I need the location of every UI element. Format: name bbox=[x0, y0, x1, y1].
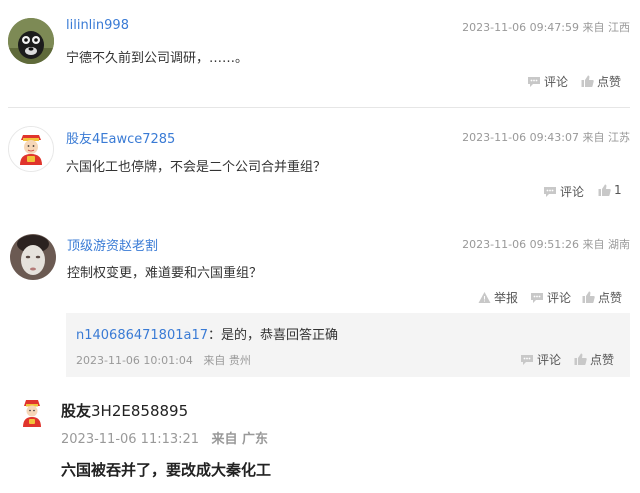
like-count: 1 bbox=[614, 183, 622, 197]
like-button[interactable]: 点赞 bbox=[582, 289, 622, 306]
reply-location: 来自 贵州 bbox=[203, 354, 251, 367]
comment-content: 宁德不久前到公司调研，……。 bbox=[66, 51, 249, 66]
username[interactable]: 股友4Eawce7285 bbox=[66, 128, 175, 147]
username-prefix: 股友 bbox=[61, 402, 92, 420]
comment-meta: 2023-11-06 11:13:21 来自 广东 bbox=[61, 428, 268, 447]
comment-meta: 2023-11-06 09:43:07 来自 江苏 bbox=[462, 129, 630, 145]
report-button[interactable]: 举报 bbox=[478, 289, 518, 306]
avatar[interactable] bbox=[8, 18, 54, 64]
comment-content: 控制权变更，难道要和六国重组？ bbox=[67, 266, 263, 281]
comment-icon bbox=[528, 76, 540, 87]
like-label: 点赞 bbox=[597, 75, 622, 89]
reply-comment-button[interactable]: 评论 bbox=[520, 351, 561, 368]
reply-time: 2023-11-06 10:01:04 bbox=[76, 354, 193, 367]
reply-meta: 2023-11-06 10:01:04 来自 贵州 bbox=[76, 352, 251, 368]
comment-button[interactable]: 评论 bbox=[543, 183, 584, 200]
like-icon bbox=[598, 184, 611, 196]
username[interactable]: 股友3H2E858895 bbox=[61, 400, 188, 421]
comment-time: 2023-11-06 09:47:59 bbox=[462, 21, 579, 34]
comment-label: 评论 bbox=[537, 353, 562, 367]
avatar[interactable] bbox=[8, 126, 54, 172]
comment-time: 2023-11-06 09:43:07 bbox=[462, 131, 579, 144]
comment-location: 来自 江西 bbox=[582, 21, 631, 34]
reply-box: n140686471801a17：是的，恭喜回答正确 2023-11-06 10… bbox=[66, 313, 630, 377]
comment-icon bbox=[531, 292, 543, 303]
comment-time: 2023-11-06 09:51:26 bbox=[462, 238, 579, 251]
report-label: 举报 bbox=[494, 291, 519, 305]
avatar-dog-icon bbox=[8, 18, 54, 64]
divider bbox=[8, 107, 630, 108]
comment-meta: 2023-11-06 09:47:59 来自 江西 bbox=[462, 19, 630, 35]
reply-separator: ： bbox=[208, 328, 222, 343]
comment-icon bbox=[544, 186, 556, 197]
comment-label: 评论 bbox=[547, 291, 572, 305]
comment-button[interactable]: 评论 bbox=[527, 73, 568, 90]
username-suffix: 3H2E858895 bbox=[91, 402, 189, 420]
comment-content: 六国化工也停牌，不会是二个公司合并重组？ bbox=[66, 160, 327, 175]
reply-text: 是的，恭喜回答正确 bbox=[221, 328, 339, 343]
avatar-face-icon bbox=[10, 234, 56, 280]
username[interactable]: lilinlin998 bbox=[66, 18, 129, 33]
report-icon bbox=[478, 292, 491, 303]
username[interactable]: 顶级游资赵老割 bbox=[67, 235, 158, 254]
comment-meta: 2023-11-06 09:51:26 来自 湖南 bbox=[462, 236, 630, 252]
avatar-caishen-icon bbox=[23, 400, 41, 427]
comment-time: 2023-11-06 11:13:21 bbox=[61, 432, 200, 447]
like-button[interactable]: 点赞 bbox=[581, 73, 621, 90]
reply-like-button[interactable]: 点赞 bbox=[574, 351, 614, 368]
avatar[interactable] bbox=[18, 398, 46, 428]
comment-label: 评论 bbox=[544, 75, 569, 89]
reply-username[interactable]: n140686471801a17 bbox=[76, 328, 208, 343]
like-icon bbox=[574, 353, 587, 365]
like-icon bbox=[582, 291, 595, 303]
like-button[interactable]: 1 bbox=[598, 183, 622, 197]
like-icon bbox=[581, 75, 594, 87]
like-label: 点赞 bbox=[590, 353, 615, 367]
comment-icon bbox=[521, 354, 533, 365]
comment-location: 来自 湖南 bbox=[582, 238, 631, 251]
avatar[interactable] bbox=[10, 234, 56, 280]
comment-label: 评论 bbox=[560, 185, 585, 199]
comment-content: 六国被吞并了，要改成大秦化工 bbox=[61, 461, 272, 479]
comment-location: 来自 江苏 bbox=[582, 131, 631, 144]
comment-button[interactable]: 评论 bbox=[530, 289, 571, 306]
comment-location: 来自 广东 bbox=[211, 432, 269, 447]
like-label: 点赞 bbox=[598, 291, 623, 305]
avatar-caishen-icon bbox=[9, 127, 53, 171]
reply-line: n140686471801a17：是的，恭喜回答正确 bbox=[76, 324, 338, 343]
